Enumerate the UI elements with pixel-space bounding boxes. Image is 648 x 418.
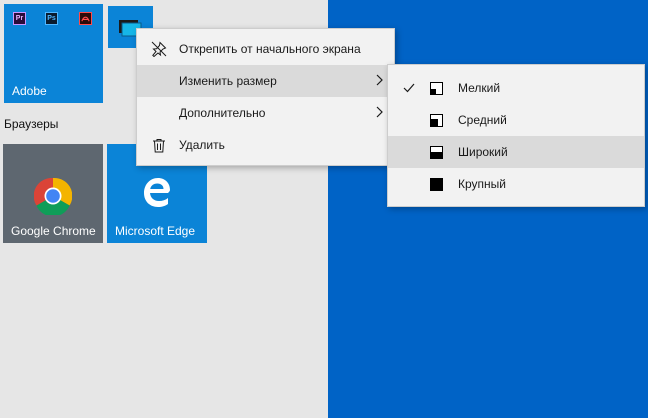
menu-item-more[interactable]: Дополнительно [137, 97, 394, 129]
trash-icon [151, 137, 167, 153]
size-large-icon [430, 177, 443, 191]
size-option-large-label: Крупный [458, 177, 506, 191]
tile-adobe-group[interactable]: Pr Ps Adobe [4, 4, 103, 103]
premiere-icon: Pr [13, 12, 26, 25]
menu-item-unpin-label: Открепить от начального экрана [179, 42, 361, 56]
menu-item-more-label: Дополнительно [179, 106, 266, 120]
size-medium-icon [430, 113, 443, 127]
menu-item-resize[interactable]: Изменить размер [137, 65, 394, 97]
photoshop-icon: Ps [45, 12, 58, 25]
size-option-medium-label: Средний [458, 113, 507, 127]
tile-adobe-label: Adobe [12, 84, 47, 98]
menu-item-unpin[interactable]: Открепить от начального экрана [137, 33, 394, 65]
acrobat-icon [79, 12, 92, 25]
chevron-right-icon [376, 106, 384, 121]
checkmark-icon [403, 81, 415, 96]
menu-item-uninstall-label: Удалить [179, 138, 225, 152]
size-option-small[interactable]: Мелкий [388, 72, 644, 104]
tile-context-menu: Открепить от начального экрана Изменить … [136, 28, 395, 166]
size-small-icon [430, 81, 443, 95]
size-option-large[interactable]: Крупный [388, 168, 644, 200]
group-title-browsers: Браузеры [4, 117, 59, 131]
unpin-icon [151, 41, 167, 57]
chrome-icon [34, 177, 72, 215]
size-option-wide[interactable]: Широкий [388, 136, 644, 168]
size-wide-icon [430, 145, 443, 159]
size-option-wide-label: Широкий [458, 145, 508, 159]
edge-icon [144, 178, 170, 207]
menu-item-uninstall[interactable]: Удалить [137, 129, 394, 161]
resize-submenu: Мелкий Средний Широкий Крупный [387, 64, 645, 207]
size-option-medium[interactable]: Средний [388, 104, 644, 136]
menu-item-resize-label: Изменить размер [179, 74, 277, 88]
chevron-right-icon [376, 74, 384, 89]
size-option-small-label: Мелкий [458, 81, 501, 95]
tile-google-chrome[interactable]: Google Chrome [3, 144, 103, 243]
tile-edge-label: Microsoft Edge [115, 224, 196, 238]
tile-chrome-label: Google Chrome [11, 224, 96, 238]
